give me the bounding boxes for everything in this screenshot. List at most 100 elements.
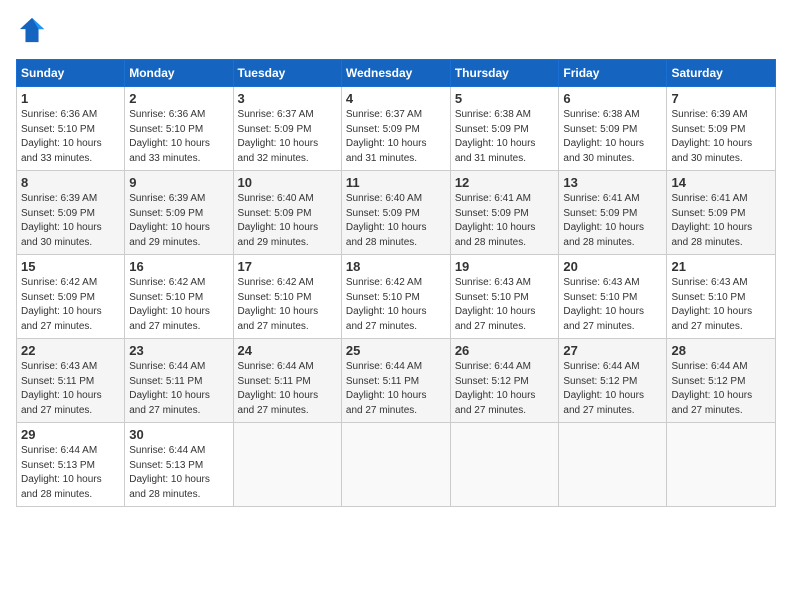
- day-cell: [233, 423, 341, 507]
- column-header-thursday: Thursday: [450, 60, 559, 87]
- day-info: Sunrise: 6:38 AMSunset: 5:09 PMDaylight:…: [563, 108, 662, 166]
- day-number: 18: [346, 259, 446, 274]
- day-number: 13: [563, 175, 662, 190]
- day-cell: 28 Sunrise: 6:44 AMSunset: 5:12 PMDayligh…: [667, 339, 776, 423]
- day-number: 24: [238, 343, 337, 358]
- day-cell: 19Sunrise: 6:43 AMSunset: 5:10 PMDayligh…: [450, 255, 559, 339]
- day-cell: 15 Sunrise: 6:42 AMSunset: 5:09 PMDayligh…: [17, 255, 125, 339]
- day-info: Sunrise: 6:44 AMSunset: 5:11 PMDaylight:…: [129, 360, 228, 418]
- day-info: Sunrise: 6:41 AMSunset: 5:09 PMDaylight:…: [671, 192, 771, 250]
- day-number: 25: [346, 343, 446, 358]
- day-info: Sunrise: 6:36 AMSunset: 5:10 PMDaylight:…: [21, 108, 120, 166]
- day-number: 1: [21, 91, 120, 106]
- logo-icon: [18, 16, 46, 44]
- calendar-header-row: SundayMondayTuesdayWednesdayThursdayFrid…: [17, 60, 776, 87]
- day-info: Sunrise: 6:43 AMSunset: 5:10 PMDaylight:…: [563, 276, 662, 334]
- day-cell: 20 Sunrise: 6:43 AMSunset: 5:10 PMDayligh…: [559, 255, 667, 339]
- day-cell: 13 Sunrise: 6:41 AMSunset: 5:09 PMDayligh…: [559, 171, 667, 255]
- day-info: Sunrise: 6:42 AMSunset: 5:09 PMDaylight:…: [21, 276, 120, 334]
- day-cell: 7Sunrise: 6:39 AMSunset: 5:09 PMDaylight…: [667, 87, 776, 171]
- day-info: Sunrise: 6:42 AMSunset: 5:10 PMDaylight:…: [346, 276, 446, 334]
- day-cell: 1 Sunrise: 6:36 AMSunset: 5:10 PMDaylight…: [17, 87, 125, 171]
- day-number: 20: [563, 259, 662, 274]
- day-info: Sunrise: 6:37 AMSunset: 5:09 PMDaylight:…: [238, 108, 337, 166]
- day-cell: 12 Sunrise: 6:41 AMSunset: 5:09 PMDayligh…: [450, 171, 559, 255]
- day-info: Sunrise: 6:39 AMSunset: 5:09 PMDaylight:…: [21, 192, 120, 250]
- day-number: 17: [238, 259, 337, 274]
- day-info: Sunrise: 6:44 AMSunset: 5:13 PMDaylight:…: [129, 444, 228, 502]
- day-cell: [450, 423, 559, 507]
- day-cell: 22 Sunrise: 6:43 AMSunset: 5:11 PMDayligh…: [17, 339, 125, 423]
- day-number: 12: [455, 175, 555, 190]
- day-cell: 6Sunrise: 6:38 AMSunset: 5:09 PMDaylight…: [559, 87, 667, 171]
- day-cell: 11Sunrise: 6:40 AMSunset: 5:09 PMDayligh…: [341, 171, 450, 255]
- column-header-tuesday: Tuesday: [233, 60, 341, 87]
- day-cell: 21 Sunrise: 6:43 AMSunset: 5:10 PMDayligh…: [667, 255, 776, 339]
- day-number: 5: [455, 91, 555, 106]
- day-number: 29: [21, 427, 120, 442]
- day-number: 3: [238, 91, 337, 106]
- day-number: 22: [21, 343, 120, 358]
- week-row-2: 8Sunrise: 6:39 AMSunset: 5:09 PMDaylight…: [17, 171, 776, 255]
- calendar-table: SundayMondayTuesdayWednesdayThursdayFrid…: [16, 59, 776, 507]
- day-info: Sunrise: 6:41 AMSunset: 5:09 PMDaylight:…: [455, 192, 555, 250]
- day-info: Sunrise: 6:42 AMSunset: 5:10 PMDaylight:…: [238, 276, 337, 334]
- day-info: Sunrise: 6:40 AMSunset: 5:09 PMDaylight:…: [238, 192, 337, 250]
- day-number: 21: [671, 259, 771, 274]
- day-cell: 4Sunrise: 6:37 AMSunset: 5:09 PMDaylight…: [341, 87, 450, 171]
- column-header-sunday: Sunday: [17, 60, 125, 87]
- day-number: 7: [671, 91, 771, 106]
- day-number: 23: [129, 343, 228, 358]
- week-row-4: 22 Sunrise: 6:43 AMSunset: 5:11 PMDayligh…: [17, 339, 776, 423]
- day-number: 10: [238, 175, 337, 190]
- column-header-saturday: Saturday: [667, 60, 776, 87]
- day-info: Sunrise: 6:40 AMSunset: 5:09 PMDaylight:…: [346, 192, 446, 250]
- day-info: Sunrise: 6:44 AMSunset: 5:11 PMDaylight:…: [238, 360, 337, 418]
- day-info: Sunrise: 6:44 AMSunset: 5:12 PMDaylight:…: [671, 360, 771, 418]
- day-cell: [667, 423, 776, 507]
- day-cell: 26Sunrise: 6:44 AMSunset: 5:12 PMDayligh…: [450, 339, 559, 423]
- day-number: 2: [129, 91, 228, 106]
- day-number: 27: [563, 343, 662, 358]
- day-number: 16: [129, 259, 228, 274]
- day-info: Sunrise: 6:44 AMSunset: 5:13 PMDaylight:…: [21, 444, 120, 502]
- day-cell: 3 Sunrise: 6:37 AMSunset: 5:09 PMDaylight…: [233, 87, 341, 171]
- day-number: 15: [21, 259, 120, 274]
- day-info: Sunrise: 6:41 AMSunset: 5:09 PMDaylight:…: [563, 192, 662, 250]
- day-info: Sunrise: 6:39 AMSunset: 5:09 PMDaylight:…: [129, 192, 228, 250]
- day-info: Sunrise: 6:43 AMSunset: 5:10 PMDaylight:…: [671, 276, 771, 334]
- day-number: 9: [129, 175, 228, 190]
- column-header-friday: Friday: [559, 60, 667, 87]
- day-info: Sunrise: 6:44 AMSunset: 5:12 PMDaylight:…: [563, 360, 662, 418]
- day-number: 28: [671, 343, 771, 358]
- day-info: Sunrise: 6:42 AMSunset: 5:10 PMDaylight:…: [129, 276, 228, 334]
- logo: [16, 16, 48, 49]
- day-cell: 17 Sunrise: 6:42 AMSunset: 5:10 PMDayligh…: [233, 255, 341, 339]
- day-cell: [341, 423, 450, 507]
- day-cell: 27 Sunrise: 6:44 AMSunset: 5:12 PMDayligh…: [559, 339, 667, 423]
- day-info: Sunrise: 6:36 AMSunset: 5:10 PMDaylight:…: [129, 108, 228, 166]
- day-cell: 8Sunrise: 6:39 AMSunset: 5:09 PMDaylight…: [17, 171, 125, 255]
- day-cell: 23 Sunrise: 6:44 AMSunset: 5:11 PMDayligh…: [125, 339, 233, 423]
- day-cell: 9 Sunrise: 6:39 AMSunset: 5:09 PMDaylight…: [125, 171, 233, 255]
- day-cell: 29 Sunrise: 6:44 AMSunset: 5:13 PMDayligh…: [17, 423, 125, 507]
- day-info: Sunrise: 6:44 AMSunset: 5:11 PMDaylight:…: [346, 360, 446, 418]
- day-number: 14: [671, 175, 771, 190]
- day-info: Sunrise: 6:37 AMSunset: 5:09 PMDaylight:…: [346, 108, 446, 166]
- day-info: Sunrise: 6:43 AMSunset: 5:10 PMDaylight:…: [455, 276, 555, 334]
- day-number: 26: [455, 343, 555, 358]
- day-cell: 18 Sunrise: 6:42 AMSunset: 5:10 PMDayligh…: [341, 255, 450, 339]
- day-cell: 24 Sunrise: 6:44 AMSunset: 5:11 PMDayligh…: [233, 339, 341, 423]
- week-row-3: 15 Sunrise: 6:42 AMSunset: 5:09 PMDayligh…: [17, 255, 776, 339]
- week-row-5: 29 Sunrise: 6:44 AMSunset: 5:13 PMDayligh…: [17, 423, 776, 507]
- day-info: Sunrise: 6:43 AMSunset: 5:11 PMDaylight:…: [21, 360, 120, 418]
- day-cell: 10 Sunrise: 6:40 AMSunset: 5:09 PMDayligh…: [233, 171, 341, 255]
- day-cell: 30 Sunrise: 6:44 AMSunset: 5:13 PMDayligh…: [125, 423, 233, 507]
- column-header-wednesday: Wednesday: [341, 60, 450, 87]
- column-header-monday: Monday: [125, 60, 233, 87]
- day-cell: 5Sunrise: 6:38 AMSunset: 5:09 PMDaylight…: [450, 87, 559, 171]
- day-number: 30: [129, 427, 228, 442]
- day-cell: [559, 423, 667, 507]
- week-row-1: 1 Sunrise: 6:36 AMSunset: 5:10 PMDaylight…: [17, 87, 776, 171]
- day-cell: 16 Sunrise: 6:42 AMSunset: 5:10 PMDayligh…: [125, 255, 233, 339]
